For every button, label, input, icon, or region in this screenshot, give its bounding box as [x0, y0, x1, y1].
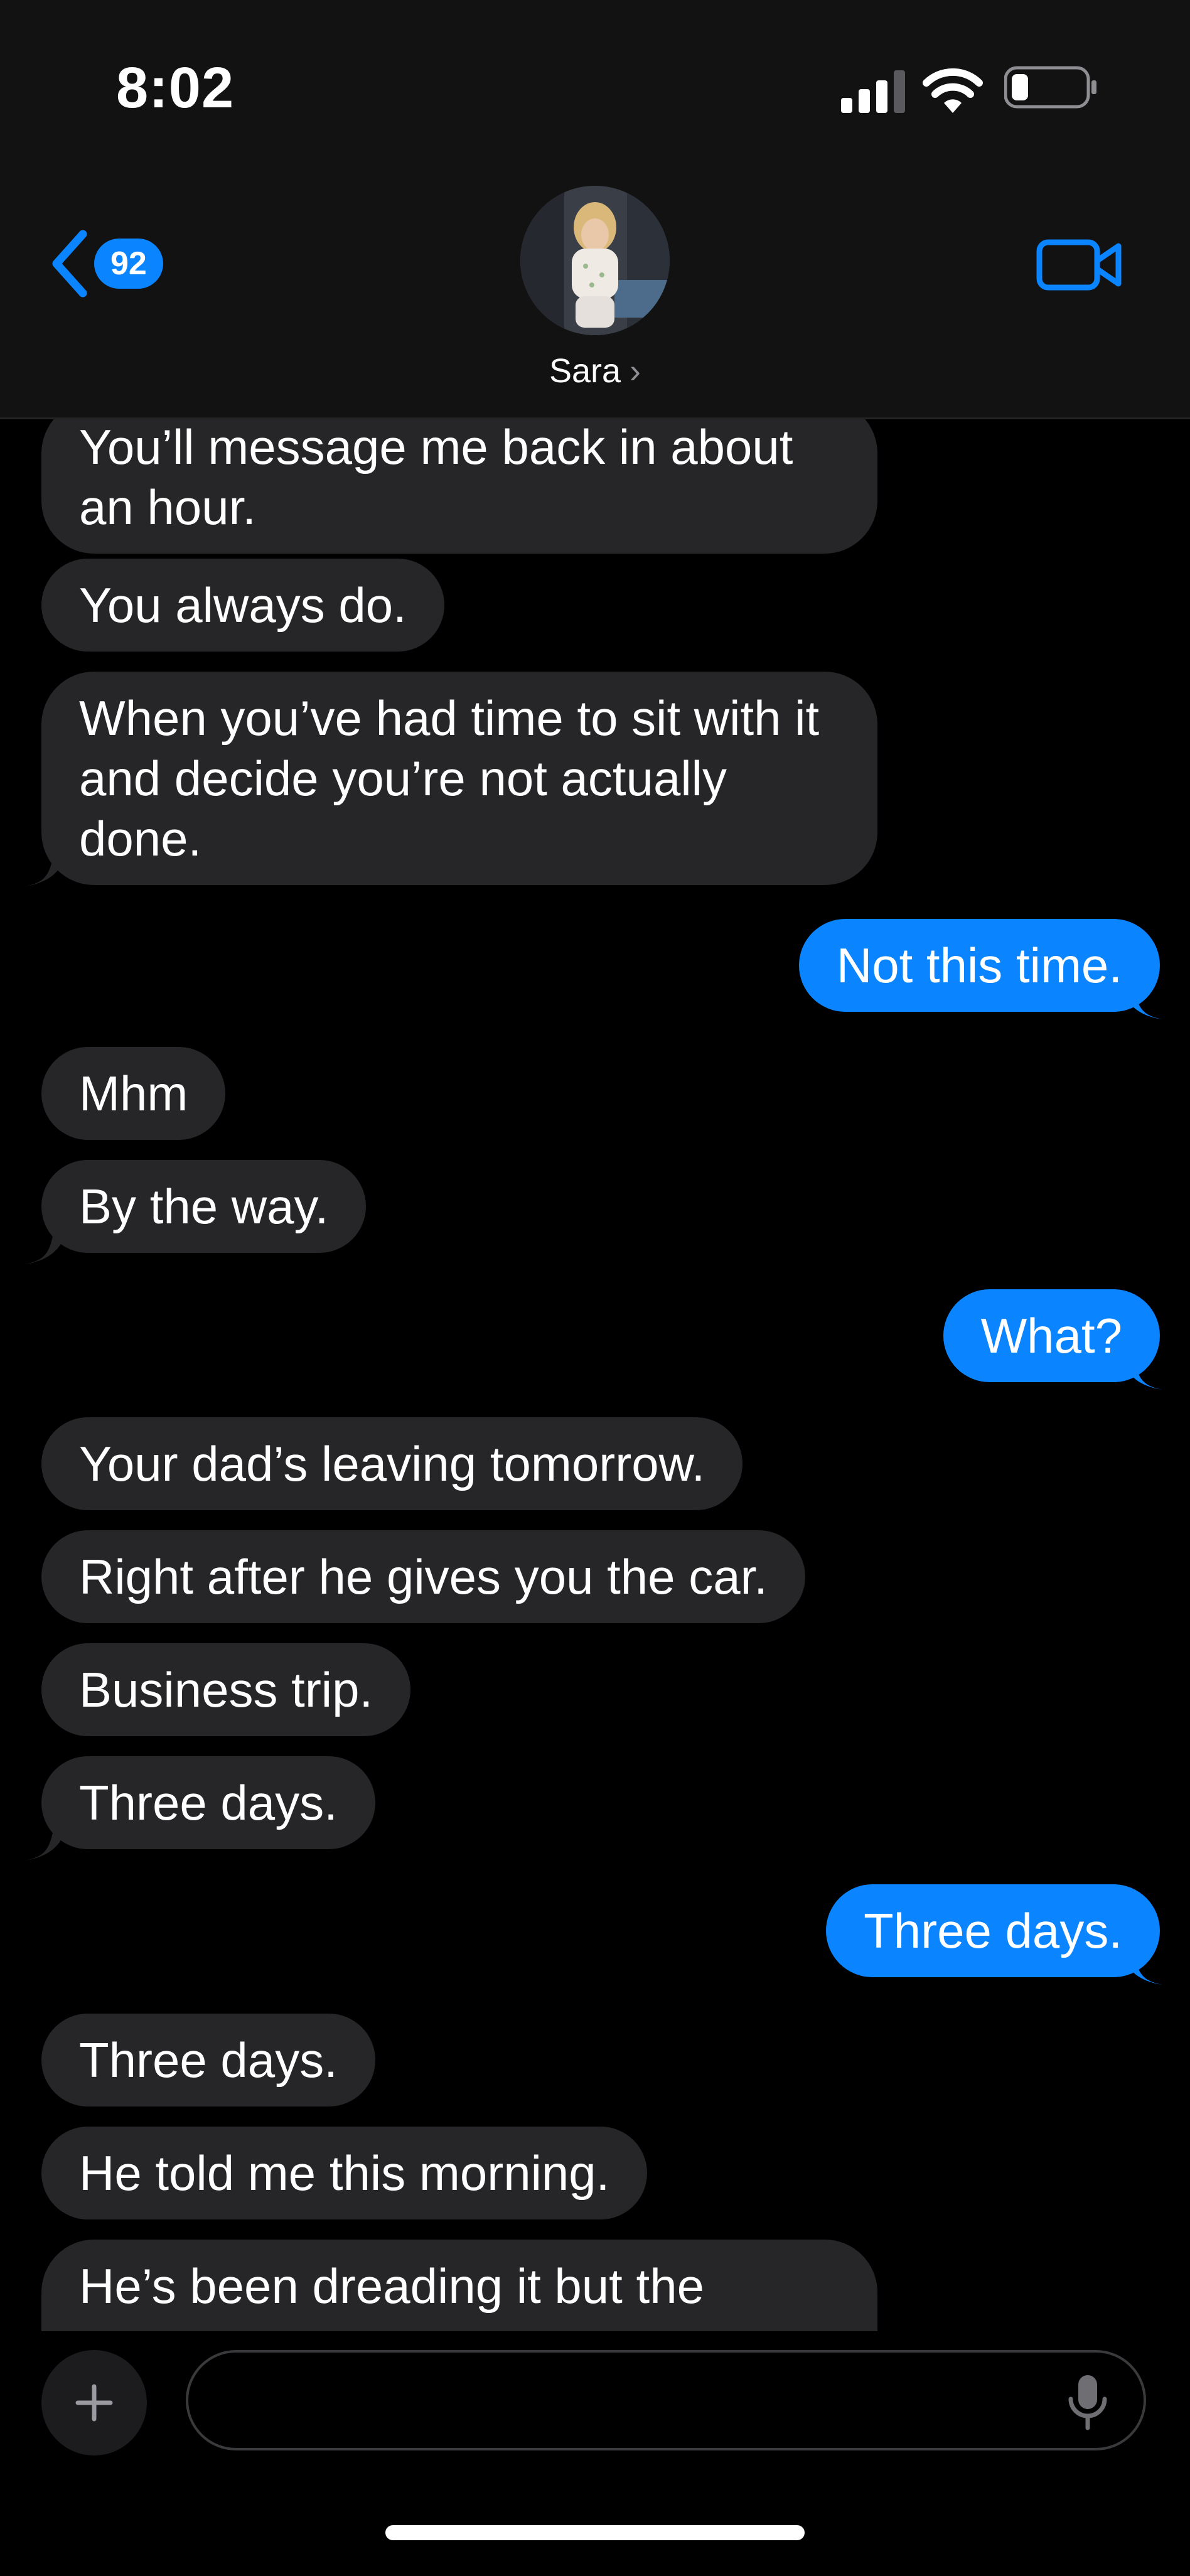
bubble-tail — [1121, 1355, 1162, 1390]
messages-screen: 8:02 92 Sara › You’ll message me back in… — [0, 0, 1190, 2576]
outgoing-message[interactable]: Not this time. — [798, 919, 1160, 1012]
incoming-message[interactable]: Business trip. — [41, 1643, 411, 1736]
video-camera-icon[interactable] — [1036, 233, 1123, 296]
avatar-photo — [520, 186, 670, 335]
incoming-message[interactable]: Your dad’s leaving tomorrow. — [41, 1417, 743, 1510]
wifi-icon — [923, 68, 983, 113]
contact-name: Sara — [549, 352, 621, 390]
incoming-message[interactable]: You’ll message me back in about an hour. — [41, 419, 877, 554]
message-input[interactable] — [186, 2350, 1146, 2450]
composer-bar — [0, 2331, 1190, 2576]
chevron-left-icon — [52, 230, 87, 298]
incoming-message[interactable]: Three days. — [41, 2014, 375, 2106]
unread-count-badge: 92 — [94, 239, 163, 289]
back-button[interactable]: 92 — [50, 226, 176, 301]
contact-name-row[interactable]: Sara › — [0, 352, 1190, 390]
incoming-message[interactable]: Mhm — [41, 1047, 226, 1140]
message-thread[interactable]: You’ll message me back in about an hour.… — [0, 419, 1190, 2331]
bubble-tail — [25, 1825, 67, 1860]
incoming-message[interactable]: When you’ve had time to sit with it and … — [41, 672, 877, 885]
incoming-message[interactable]: He told me this morning. — [41, 2127, 648, 2219]
bubble-tail — [25, 851, 67, 886]
bubble-tail — [1121, 984, 1162, 1019]
add-attachment-button[interactable] — [41, 2350, 147, 2455]
incoming-message[interactable]: By the way. — [41, 1160, 367, 1253]
conversation-header: 8:02 92 Sara › — [0, 0, 1190, 419]
incoming-message[interactable]: Three days. — [41, 1756, 375, 1849]
home-indicator[interactable] — [385, 2525, 805, 2540]
outgoing-message[interactable]: Three days. — [826, 1884, 1160, 1977]
battery-icon — [1004, 66, 1096, 109]
status-time: 8:02 — [116, 56, 235, 120]
cellular-signal-icon — [841, 70, 905, 113]
microphone-icon[interactable] — [1066, 2371, 1110, 2432]
incoming-message[interactable]: Right after he gives you the car. — [41, 1530, 805, 1623]
bubble-tail — [1121, 1950, 1162, 1985]
incoming-message[interactable]: He’s been dreading it but the — [41, 2240, 877, 2331]
plus-icon — [75, 2384, 113, 2422]
bubble-tail — [25, 1229, 67, 1264]
chevron-right-icon: › — [630, 352, 641, 390]
contact-avatar[interactable] — [520, 186, 670, 335]
incoming-message[interactable]: You always do. — [41, 559, 444, 652]
